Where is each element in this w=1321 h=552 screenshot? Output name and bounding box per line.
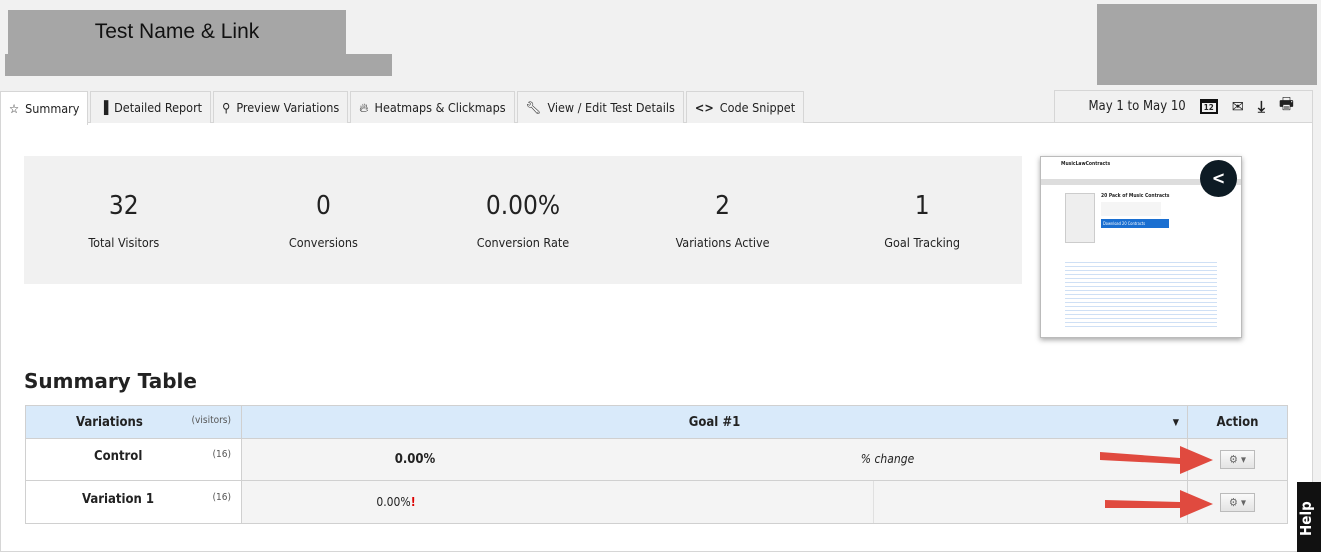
date-range[interactable]: May 1 to May 10 [1088,99,1185,114]
stat-variations-active: 2 Variations Active [675,190,770,250]
action-header: Action [1187,405,1288,439]
tab-heatmaps[interactable]: 🔥︎ Heatmaps & Clickmaps [350,91,515,123]
calendar-icon[interactable]: 12 [1199,99,1218,114]
stat-conversions: 0 Conversions [288,190,358,250]
test-name-link[interactable]: Test Name & Link [8,10,346,54]
email-icon[interactable]: ✉ [1232,97,1244,116]
goal-header[interactable]: Goal #1 ▼ [241,405,1188,439]
alert-icon: ! [410,495,416,509]
tab-preview-variations[interactable]: ⚲ Preview Variations [213,91,349,123]
stat-total-visitors: 32 Total Visitors [88,190,160,250]
fire-icon: 🔥︎ [359,99,369,115]
redacted-block [5,54,392,76]
tab-code-snippet[interactable]: <> Code Snippet [685,91,805,123]
stat-conversion-rate: 0.00% Conversion Rate [476,190,570,250]
help-tab[interactable]: Help [1297,482,1321,552]
download-icon[interactable]: ⤓ [1258,97,1265,117]
stat-goal-tracking: 1 Goal Tracking [884,190,961,250]
code-icon: <> [694,100,714,115]
thumb-button: Download 20 Contracts [1101,219,1170,228]
stats-box: 32 Total Visitors 0 Conversions 0.00% Conve… [24,156,1022,284]
redacted-block [1097,4,1317,85]
caret-down-icon[interactable]: ▼ [1173,418,1179,428]
action-menu-button[interactable]: ⚙ ▾ [1220,450,1255,469]
bar-chart-icon: ▐ [99,100,109,115]
share-icon[interactable]: < [1200,160,1237,197]
action-menu-button[interactable]: ⚙ ▾ [1220,492,1255,512]
star-icon: ☆ [9,101,20,116]
summary-table-title: Summary Table [24,369,197,393]
tab-summary[interactable]: ☆ Summary [0,91,89,125]
tab-detailed-report[interactable]: ▐ Detailed Report [90,91,212,123]
toolbar: May 1 to May 10 12 ✉ ⤓ 🖶︎ [1054,90,1313,122]
wrench-icon: 🔧︎ [525,99,542,115]
variations-header: Variations (visitors) [25,405,242,439]
annotation-arrows [1100,446,1213,518]
print-icon[interactable]: 🖶︎ [1279,93,1294,120]
thumb-heading: 20 Pack of Music Contracts [1101,193,1170,199]
search-icon: ⚲ [222,100,231,115]
tab-edit-test-details[interactable]: 🔧︎ View / Edit Test Details [516,91,684,123]
tab-bar: ☆ Summary ▐ Detailed Report ⚲ Preview Varia… [0,91,805,125]
